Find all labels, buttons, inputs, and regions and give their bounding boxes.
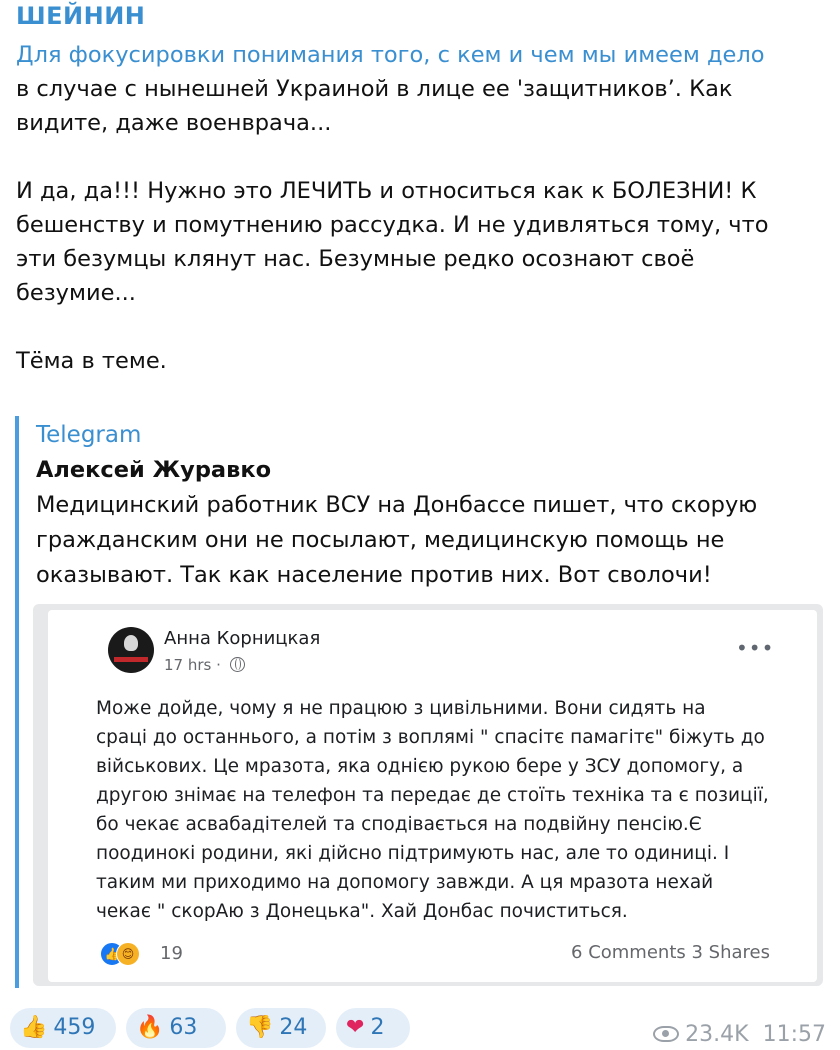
message-line: безумие... [16,280,136,306]
post-line: сраці до останнього, а потім з воплямі "… [96,727,765,748]
reaction-fire[interactable]: 🔥 63 [126,1008,226,1048]
post-line: Може дойде, чому я не працюю з цивільним… [96,698,706,719]
reaction-thumbs-down[interactable]: 👎 24 [236,1008,326,1048]
post-line: поодинокі родини, які дійсно підтримують… [96,843,730,864]
quote-source[interactable]: Telegram [36,418,830,452]
post-time: 17 hrs · [164,656,245,674]
reaction-count: 459 [53,1015,96,1040]
reaction-thumbs-up[interactable]: 👍 459 [10,1008,116,1048]
reaction-heart[interactable]: ❤ 2 [336,1008,410,1048]
reaction-count: 24 [279,1015,308,1040]
message-line: видите, даже военврача... [16,110,332,136]
fire-icon: 🔥 [136,1015,164,1040]
message-time: 11:57 [762,1022,826,1047]
globe-icon [229,657,245,672]
quote-line: оказывают. Так как население против них.… [36,562,712,588]
post-stats: 6 Comments 3 Shares [571,942,770,963]
message-line: эти безумцы клянут нас. Безумные редко о… [16,246,695,272]
attached-image[interactable]: Анна Корницкая 17 hrs · ••• Може дойде, … [33,604,823,986]
message-text: Для фокусировки понимания того, с кем и … [16,38,831,378]
message-line: И да, да!!! Нужно это ЛЕЧИТЬ и относитьс… [16,178,757,204]
post-line: другою знімає на телефон та передає де с… [96,785,769,806]
comments-count: 6 Comments [571,942,686,963]
quote-line: Медицинский работник ВСУ на Донбассе пиш… [36,492,758,518]
channel-title[interactable]: ШЕЙНИН [16,2,145,30]
post-author: Анна Корницкая [164,628,321,649]
eye-icon [653,1026,680,1042]
quote-author: Алексей Журавко [36,457,272,483]
care-icon: 😊 [116,942,140,966]
heart-icon: ❤ [346,1015,365,1040]
message-line[interactable]: Для фокусировки понимания того, с кем и … [16,38,831,72]
skull-icon [124,635,138,651]
post-line: бо чекає асвабадітелей та сподівається н… [96,814,702,835]
post-line: чекає " скорАю з Донецька". Хай Донбас п… [96,901,628,922]
avatar [108,627,154,673]
facebook-post: Анна Корницкая 17 hrs · ••• Може дойде, … [48,610,817,982]
thumbs-down-icon: 👎 [246,1015,274,1040]
reaction-count: 19 [160,943,183,964]
message-line: в случае с нынешней Украиной в лице ее '… [16,76,733,102]
quote-line: гражданским они не посылают, медицинскую… [36,527,725,553]
message-line: Тёма в теме. [16,348,167,374]
more-icon: ••• [736,636,775,660]
reaction-count: 63 [169,1015,198,1040]
shares-count: 3 Shares [691,942,771,963]
quote-text: Медицинский работник ВСУ на Донбассе пиш… [36,488,830,593]
post-line: військових. Це мразота, яка однією рукою… [96,756,744,777]
message-line: бешенству и помутнению рассудка. И не уд… [16,212,769,238]
post-line: таким ми приходимо на допомогу завжди. А… [96,872,714,893]
reaction-count: 2 [370,1015,385,1040]
message-footer: 23.4K 11:57 [653,1022,826,1047]
thumbs-up-icon: 👍 [20,1015,48,1040]
view-count: 23.4K [685,1022,749,1047]
post-text: Може дойде, чому я не працюю з цивільним… [96,694,806,926]
